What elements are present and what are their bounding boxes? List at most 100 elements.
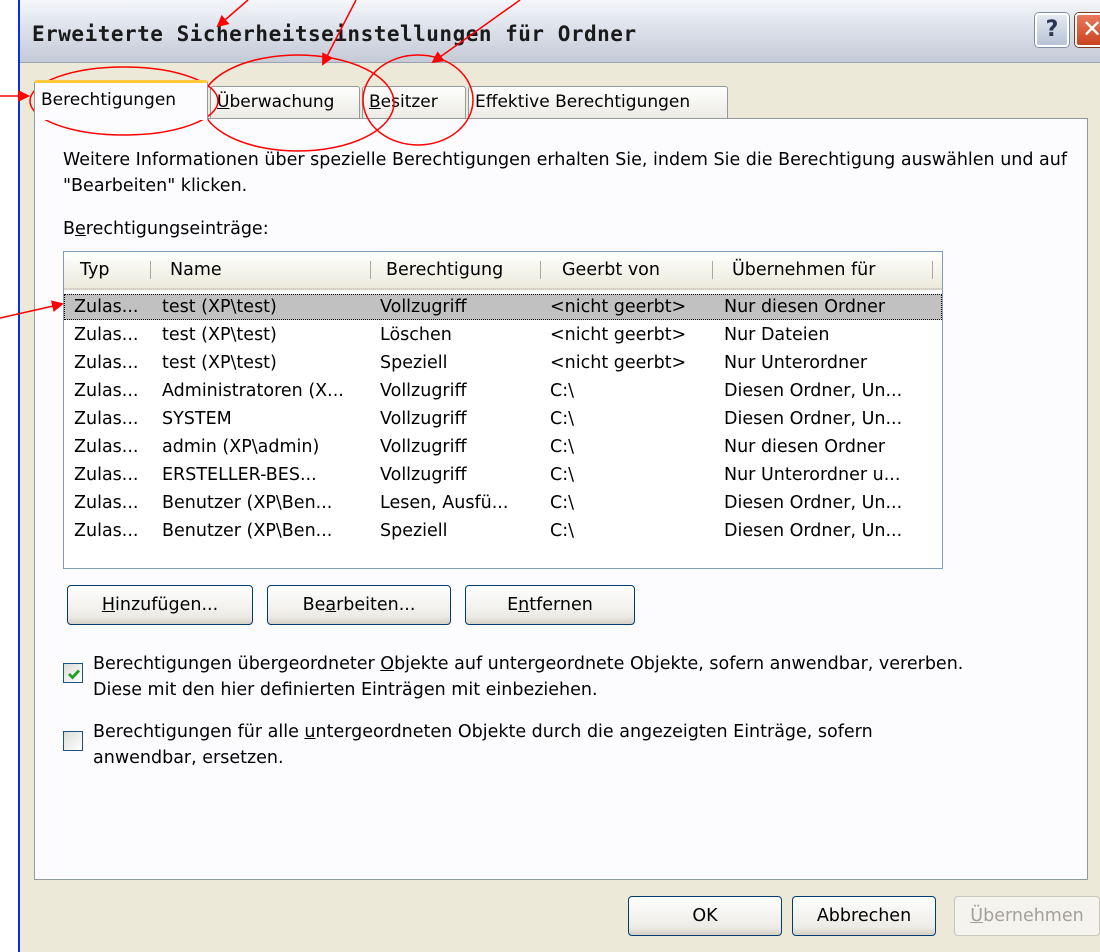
table-row[interactable]: Zulas... test (XP\test) Vollzugriff <nicht …: [64, 294, 942, 320]
column-header-geerbt-von[interactable]: Geerbt von: [562, 252, 660, 288]
list-header: Typ Name Berechtigung Geerbt von Überneh…: [64, 252, 942, 290]
close-button[interactable]: ✕: [1075, 13, 1100, 47]
table-cell: ERSTELLER-BES...: [162, 465, 317, 485]
inherit-checkbox[interactable]: [63, 663, 83, 683]
table-cell: admin (XP\admin): [162, 437, 320, 457]
tab-berechtigungen[interactable]: Berechtigungen: [34, 80, 208, 120]
tab-besitzer[interactable]: Besitzer: [362, 86, 466, 118]
checkmark-icon: [68, 669, 81, 680]
table-cell: Zulas...: [74, 409, 139, 429]
table-cell: C:\: [550, 381, 575, 401]
add-button-label: inzufügen...: [115, 595, 219, 615]
table-cell: C:\: [550, 437, 575, 457]
help-button[interactable]: ?: [1035, 13, 1069, 47]
table-cell: C:\: [550, 521, 575, 541]
table-cell: Nur diesen Ordner: [724, 437, 886, 457]
tab-label-accel: B: [369, 92, 381, 112]
table-cell: C:\: [550, 465, 575, 485]
table-cell: C:\: [550, 493, 575, 513]
entries-label-part: rechtigungseinträge:: [85, 219, 269, 239]
close-icon: ✕: [1081, 15, 1100, 43]
tab-label: esitzer: [380, 92, 438, 112]
tab-effektive-berechtigungen[interactable]: Effektive Berechtigungen: [468, 86, 728, 118]
help-icon: ?: [1045, 17, 1059, 42]
tab-label-accel: Ü: [217, 92, 230, 112]
table-cell: Diesen Ordner, Un...: [724, 409, 903, 429]
table-cell: <nicht geerbt>: [550, 297, 687, 317]
edit-button[interactable]: Bearbeiten...: [267, 585, 451, 625]
table-cell: Vollzugriff: [380, 297, 467, 317]
column-divider[interactable]: [370, 261, 371, 279]
table-row[interactable]: Zulas... test (XP\test) Speziell <nicht gee…: [64, 350, 942, 376]
table-cell: Diesen Ordner, Un...: [724, 521, 903, 541]
column-header-name[interactable]: Name: [170, 252, 222, 288]
table-cell: Diesen Ordner, Un...: [724, 493, 903, 513]
ok-button-label: OK: [692, 906, 718, 926]
apply-button[interactable]: Übernehmen: [954, 896, 1100, 936]
table-cell: Speziell: [380, 521, 448, 541]
permission-entries-list[interactable]: Typ Name Berechtigung Geerbt von Überneh…: [63, 251, 943, 569]
column-divider[interactable]: [932, 261, 933, 279]
table-cell: Vollzugriff: [380, 409, 467, 429]
replace-checkbox[interactable]: [63, 731, 83, 751]
table-cell: Speziell: [380, 353, 448, 373]
table-row[interactable]: Zulas... Benutzer (XP\Ben... Lesen, Ausfü.…: [64, 490, 942, 516]
cancel-button[interactable]: Abbrechen: [792, 896, 936, 936]
ok-button[interactable]: OK: [628, 896, 782, 936]
permissions-tab-panel: Weitere Informationen über spezielle Ber…: [34, 118, 1088, 880]
apply-button-accel: Ü: [970, 906, 984, 926]
inherit-checkbox-label: Berechtigungen übergeordneter Objekte au…: [93, 651, 1043, 703]
tab-label: berwachung: [229, 92, 335, 112]
table-cell: Benutzer (XP\Ben...: [162, 493, 333, 513]
add-button[interactable]: Hinzufügen...: [67, 585, 253, 625]
edit-button-label: Be: [302, 595, 326, 615]
table-cell: Zulas...: [74, 325, 139, 345]
tab-ueberwachung[interactable]: Überwachung: [210, 86, 360, 118]
label-part: Berechtigungen übergeordneter: [93, 654, 381, 674]
label-accel: u: [304, 722, 316, 742]
table-cell: <nicht geerbt>: [550, 325, 687, 345]
edit-button-label: rbeiten...: [336, 595, 416, 615]
table-cell: Zulas...: [74, 493, 139, 513]
remove-button[interactable]: Entfernen: [465, 585, 635, 625]
label-part: ntergeordneten Objekte durch die angezei…: [315, 722, 873, 742]
table-cell: Nur Unterordner u...: [724, 465, 901, 485]
remove-button-accel: n: [518, 595, 530, 615]
label-part: anwendbar, ersetzen.: [93, 748, 284, 768]
table-cell: Zulas...: [74, 437, 139, 457]
column-divider[interactable]: [540, 261, 541, 279]
window-title: Erweiterte Sicherheitseinstellungen für …: [32, 22, 637, 46]
table-cell: Nur Dateien: [724, 325, 830, 345]
label-part: Diese mit den hier definierten Einträgen…: [93, 680, 598, 700]
title-bar[interactable]: Erweiterte Sicherheitseinstellungen für …: [20, 0, 1100, 63]
label-part: Berechtigungen für alle: [93, 722, 305, 742]
table-row[interactable]: Zulas... Administratoren (X... Vollzugriff…: [64, 378, 942, 404]
label-part: bjekte auf untergeordnete Objekte, sofer…: [394, 654, 964, 674]
table-cell: Nur Unterordner: [724, 353, 868, 373]
column-header-berechtigung[interactable]: Berechtigung: [386, 252, 503, 288]
table-cell: Vollzugriff: [380, 437, 467, 457]
table-row[interactable]: Zulas... test (XP\test) Löschen <nicht geer…: [64, 322, 942, 348]
table-cell: Diesen Ordner, Un...: [724, 381, 903, 401]
table-cell: Vollzugriff: [380, 381, 467, 401]
table-row[interactable]: Zulas... SYSTEM Vollzugriff C:\ Diesen Ordne…: [64, 406, 942, 432]
entries-label: Berechtigungseinträge:: [63, 219, 269, 239]
table-cell: test (XP\test): [162, 353, 277, 373]
table-row[interactable]: Zulas... Benutzer (XP\Ben... Speziell C:\ Di…: [64, 518, 942, 544]
table-row[interactable]: Zulas... ERSTELLER-BES... Vollzugriff C:\ Nu…: [64, 462, 942, 488]
column-header-typ[interactable]: Typ: [80, 252, 109, 288]
table-cell: Zulas...: [74, 297, 139, 317]
table-cell: Zulas...: [74, 521, 139, 541]
table-cell: <nicht geerbt>: [550, 353, 687, 373]
column-divider[interactable]: [150, 261, 151, 279]
table-cell: Zulas...: [74, 465, 139, 485]
label-accel: O: [380, 654, 395, 674]
table-cell: Lesen, Ausfü...: [380, 493, 509, 513]
column-divider[interactable]: [712, 261, 713, 279]
table-row[interactable]: Zulas... admin (XP\admin) Vollzugriff C:\ Nu…: [64, 434, 942, 460]
table-cell: Administratoren (X...: [162, 381, 344, 401]
column-header-uebernehmen-fuer[interactable]: Übernehmen für: [732, 252, 875, 288]
table-cell: SYSTEM: [162, 409, 232, 429]
table-cell: test (XP\test): [162, 325, 277, 345]
apply-button-label: bernehmen: [983, 906, 1084, 926]
